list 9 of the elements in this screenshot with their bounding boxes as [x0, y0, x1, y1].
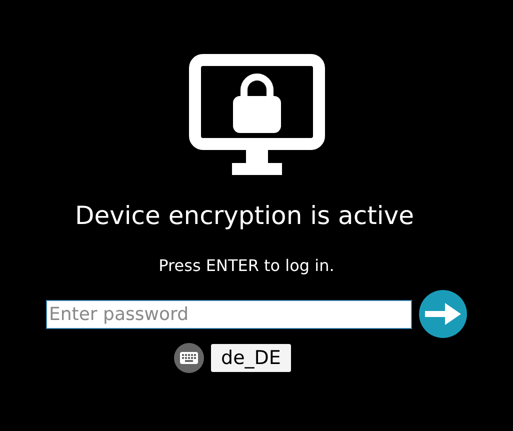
submit-button[interactable] — [419, 290, 467, 338]
keyboard-button[interactable] — [174, 343, 204, 373]
title: Device encryption is active — [74, 201, 414, 230]
instruction-text: Press ENTER to log in. — [158, 256, 334, 275]
keyboard-layout-dropdown[interactable]: de_DE — [211, 344, 291, 372]
monitor-lock-icon — [188, 54, 324, 176]
keyboard-icon — [180, 352, 198, 364]
arrow-right-icon — [425, 303, 461, 325]
password-field[interactable]: Enter password — [46, 300, 412, 328]
